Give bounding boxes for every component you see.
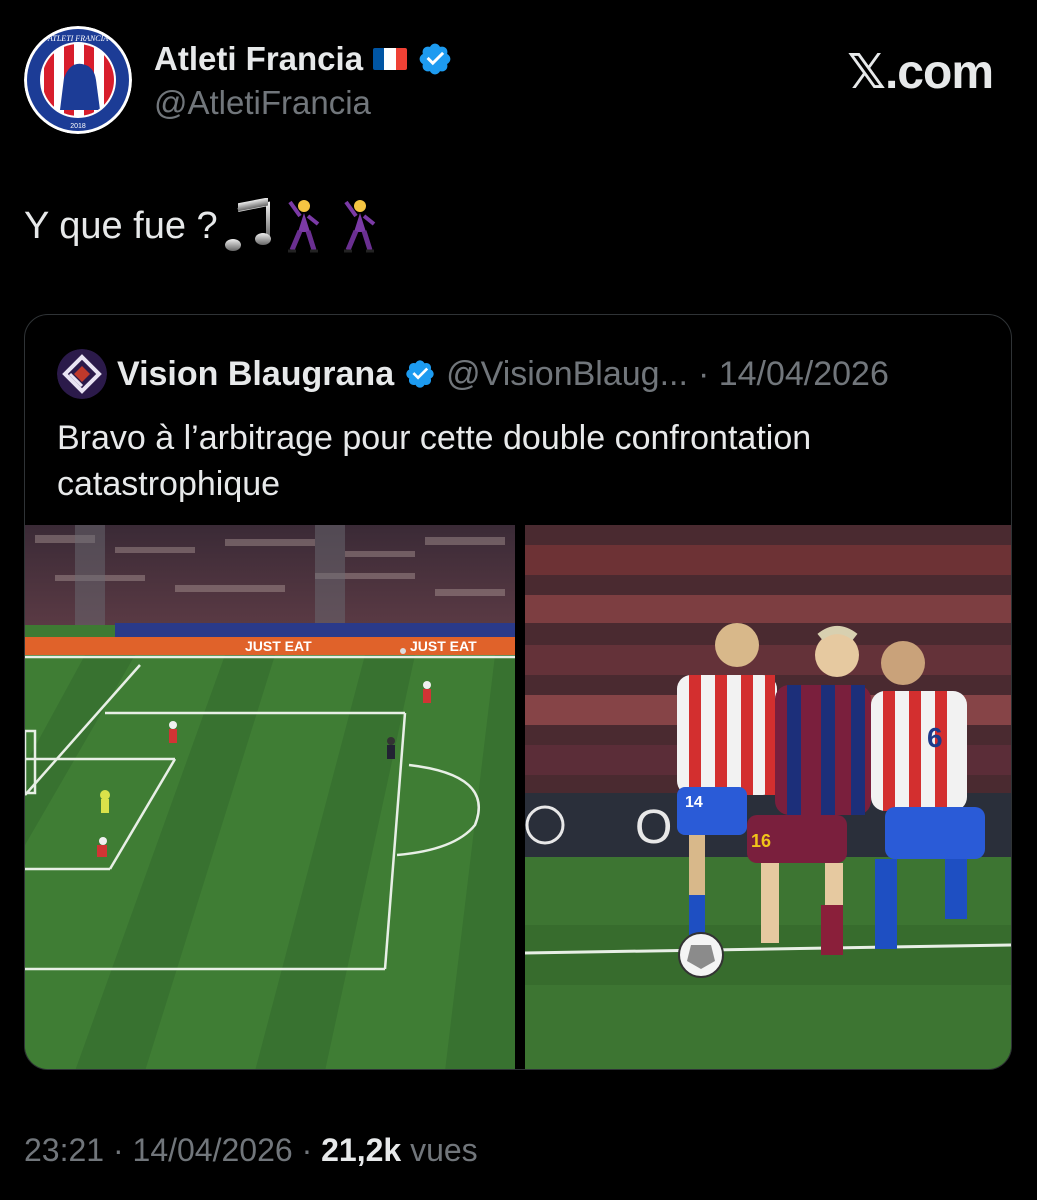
quoted-tweet-date[interactable]: · 14/04/2026 [698, 355, 889, 394]
ad-banner-text: JUST EAT [245, 638, 312, 654]
quoted-tweet-card[interactable]: Vision Blaugrana @VisionBlaug... · 14/04… [24, 314, 1012, 1070]
view-count[interactable]: 21,2k [321, 1132, 401, 1168]
author-handle[interactable]: @AtletiFrancia [154, 84, 371, 122]
separator-dot: · [301, 1132, 322, 1168]
verified-badge-icon [406, 360, 434, 388]
quoted-author-name[interactable]: Vision Blaugrana [117, 355, 394, 394]
atleti-francia-logo: ATLETI FRANCIA 2018 [24, 26, 132, 134]
view-count-label: vues [410, 1132, 478, 1168]
avatar-logo-year: 2018 [70, 123, 86, 130]
tweet-text-row: Y que fue ? [24, 198, 386, 254]
music-notes-icon [224, 198, 271, 251]
separator-dot: · [112, 1132, 133, 1168]
quoted-author-avatar[interactable] [57, 349, 107, 399]
ad-banner-text: JUST EAT [410, 638, 477, 654]
verified-badge-icon [419, 43, 451, 75]
tweet-time[interactable]: 23:21 [24, 1132, 104, 1168]
quoted-tweet-header: Vision Blaugrana @VisionBlaug... · 14/04… [57, 349, 889, 399]
quoted-media-pitch-photo[interactable]: JUST EAT JUST EAT [25, 525, 515, 1070]
svg-text:O: O [635, 801, 672, 854]
x-com-brand: 𝕏.com [847, 46, 994, 99]
tweet-metadata: 23:21 · 14/04/2026 · 21,2k vues [24, 1132, 478, 1169]
tweet-text: Y que fue ? [24, 204, 218, 247]
tweet-date[interactable]: 14/04/2026 [133, 1132, 293, 1168]
author-name[interactable]: Atleti Francia [154, 40, 363, 78]
dancing-man-icon [343, 200, 375, 253]
quoted-media-tackle-photo[interactable]: O 14 16 6 [525, 525, 1012, 1070]
shirt-number: 6 [927, 722, 943, 753]
author-avatar[interactable]: ATLETI FRANCIA 2018 [24, 26, 132, 134]
quoted-author-handle[interactable]: @VisionBlaug... [446, 355, 688, 394]
france-flag-icon [373, 48, 408, 70]
quoted-tweet-text: Bravo à l’arbitrage pour cette double co… [57, 419, 812, 503]
shirt-number: 14 [685, 794, 703, 811]
avatar-logo-text: ATLETI FRANCIA [47, 34, 108, 43]
dancing-man-icon [287, 200, 319, 253]
author-name-row[interactable]: Atleti Francia [154, 40, 453, 78]
shirt-number: 16 [751, 831, 771, 851]
